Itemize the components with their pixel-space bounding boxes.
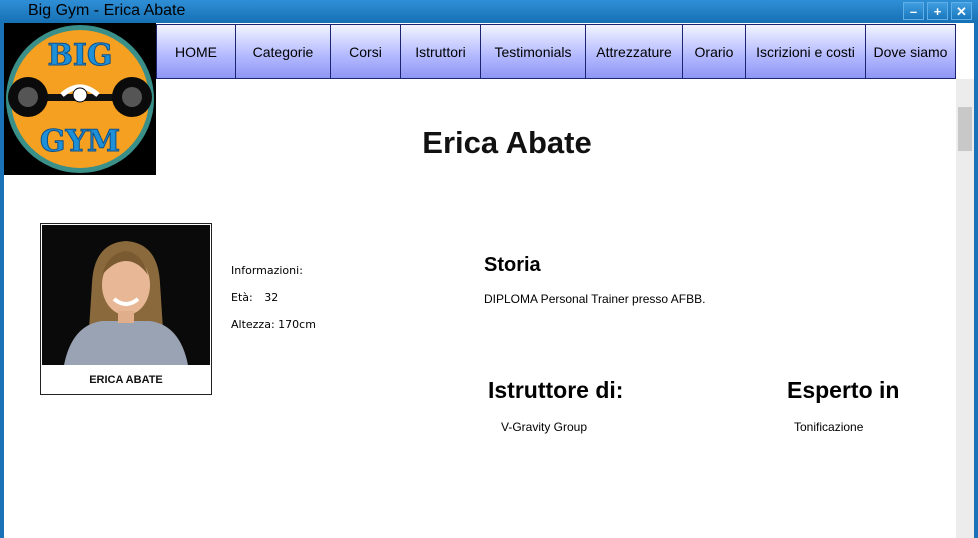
info-height: Altezza: 170cm [231,318,316,331]
height-value: 170cm [278,318,316,331]
storia-heading: Storia [484,254,541,276]
maximize-button[interactable]: + [927,2,948,20]
portrait-graphic [42,225,210,365]
page-title: Erica Abate [422,125,592,160]
nav-testimonials[interactable]: Testimonials [481,24,586,79]
istruttore-heading: Istruttore di: [488,377,624,403]
storia-text: DIPLOMA Personal Trainer presso AFBB. [484,292,706,306]
window-title: Big Gym - Erica Abate [28,2,186,19]
nav-orario[interactable]: Orario [683,24,746,79]
esperto-heading: Esperto in [787,377,900,403]
close-button[interactable]: ✕ [951,2,972,20]
nav-dove-siamo[interactable]: Dove siamo [866,24,956,79]
esperto-item: Tonificazione [794,420,864,434]
istruttore-item: V-Gravity Group [501,420,588,434]
logo-top-text: BIG [47,38,112,73]
info-heading: Informazioni: [231,264,303,277]
nav-corsi[interactable]: Corsi [331,24,401,79]
age-label: Età: [231,291,253,304]
nav-istruttori[interactable]: Istruttori [401,24,481,79]
minimize-button[interactable]: – [903,2,924,20]
nav-home[interactable]: HOME [156,24,236,79]
main-nav: HOME Categorie Corsi Istruttori Testimon… [156,24,956,79]
nav-iscrizioni[interactable]: Iscrizioni e costi [746,24,866,79]
nav-categorie[interactable]: Categorie [236,24,331,79]
height-label: Altezza: [231,318,275,331]
title-bar: Big Gym - Erica Abate – + ✕ [0,0,978,23]
portrait-image [42,225,210,365]
nav-attrezzature[interactable]: Attrezzature [586,24,683,79]
photo-caption: ERICA ABATE [89,374,163,386]
age-value: 32 [264,291,279,304]
instructor-photo: ERICA ABATE [40,223,212,395]
info-age: Età: 32 [231,291,278,304]
page-content: BIG GYM HOME Categorie Corsi Istruttori … [4,23,974,538]
